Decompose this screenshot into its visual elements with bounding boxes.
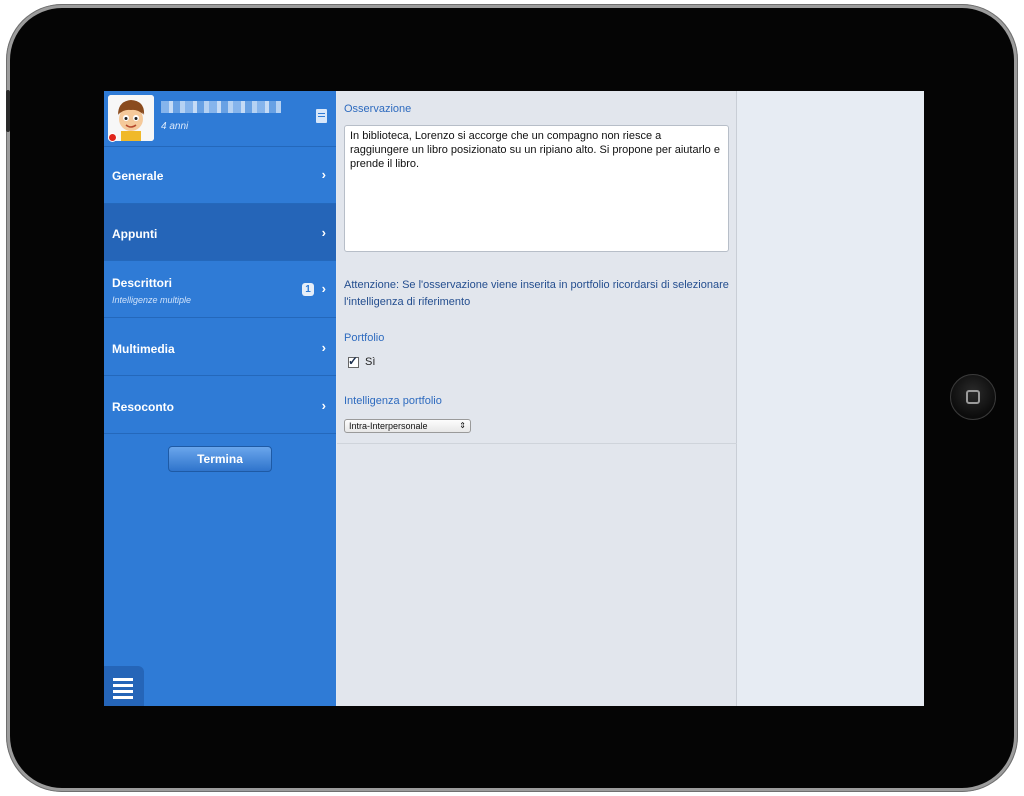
home-square-icon	[966, 390, 980, 404]
home-button[interactable]	[950, 374, 996, 420]
sidebar-item-appunti[interactable]: Appunti ›	[104, 204, 336, 261]
detail-pane	[737, 91, 924, 706]
sidebar-item-label: Generale	[112, 169, 164, 183]
chevron-right-icon: ›	[321, 340, 326, 355]
child-name-blurred	[161, 101, 281, 113]
sidebar-item-label: Descrittori	[112, 276, 173, 290]
sidebar-item-descrittori[interactable]: Descrittori Intelligenze multiple 1 ›	[104, 261, 336, 318]
observation-panel: Osservazione In biblioteca, Lorenzo si a…	[337, 91, 737, 706]
sidebar-item-resoconto[interactable]: Resoconto ›	[104, 377, 336, 434]
hamburger-menu-icon[interactable]	[104, 666, 144, 706]
termina-button[interactable]: Termina	[168, 446, 272, 472]
sidebar-item-sublabel: Intelligenze multiple	[112, 295, 192, 305]
child-age: 4 anni	[161, 121, 189, 132]
intelligence-selected-value: Intra-Interpersonale	[349, 421, 428, 431]
intelligence-title: Intelligenza portfolio	[344, 395, 442, 407]
sidebar-item-generale[interactable]: Generale ›	[104, 147, 336, 204]
sidebar-item-label: Multimedia	[112, 342, 175, 356]
sidebar-item-multimedia[interactable]: Multimedia ›	[104, 319, 336, 376]
portfolio-checkbox-row[interactable]: Sì	[348, 354, 376, 368]
status-dot	[108, 133, 117, 142]
portfolio-checkbox-label: Sì	[365, 356, 376, 368]
chevron-right-icon: ›	[321, 167, 326, 182]
portfolio-title: Portfolio	[344, 332, 385, 344]
sidebar-item-label: Appunti	[112, 227, 158, 241]
portfolio-checkbox[interactable]	[348, 354, 359, 368]
document-icon[interactable]	[316, 109, 327, 123]
observation-form: Osservazione In biblioteca, Lorenzo si a…	[337, 91, 737, 444]
app-screen: 4 anni Generale › Appunti › Descrittori …	[104, 91, 924, 706]
observation-textarea[interactable]: In biblioteca, Lorenzo si accorge che un…	[344, 125, 729, 252]
chevron-right-icon: ›	[321, 225, 326, 240]
observation-title: Osservazione	[344, 103, 412, 115]
intelligence-select[interactable]: Intra-Interpersonale ⇕	[344, 419, 471, 433]
count-badge: 1	[302, 283, 314, 296]
select-arrows-icon: ⇕	[459, 421, 466, 430]
child-profile[interactable]: 4 anni	[104, 91, 336, 147]
chevron-right-icon: ›	[321, 398, 326, 413]
chevron-right-icon: ›	[321, 281, 326, 296]
warning-text: Attenzione: Se l'osservazione viene inse…	[344, 279, 729, 308]
sidebar-item-label: Resoconto	[112, 400, 175, 414]
sidebar: 4 anni Generale › Appunti › Descrittori …	[104, 91, 336, 706]
